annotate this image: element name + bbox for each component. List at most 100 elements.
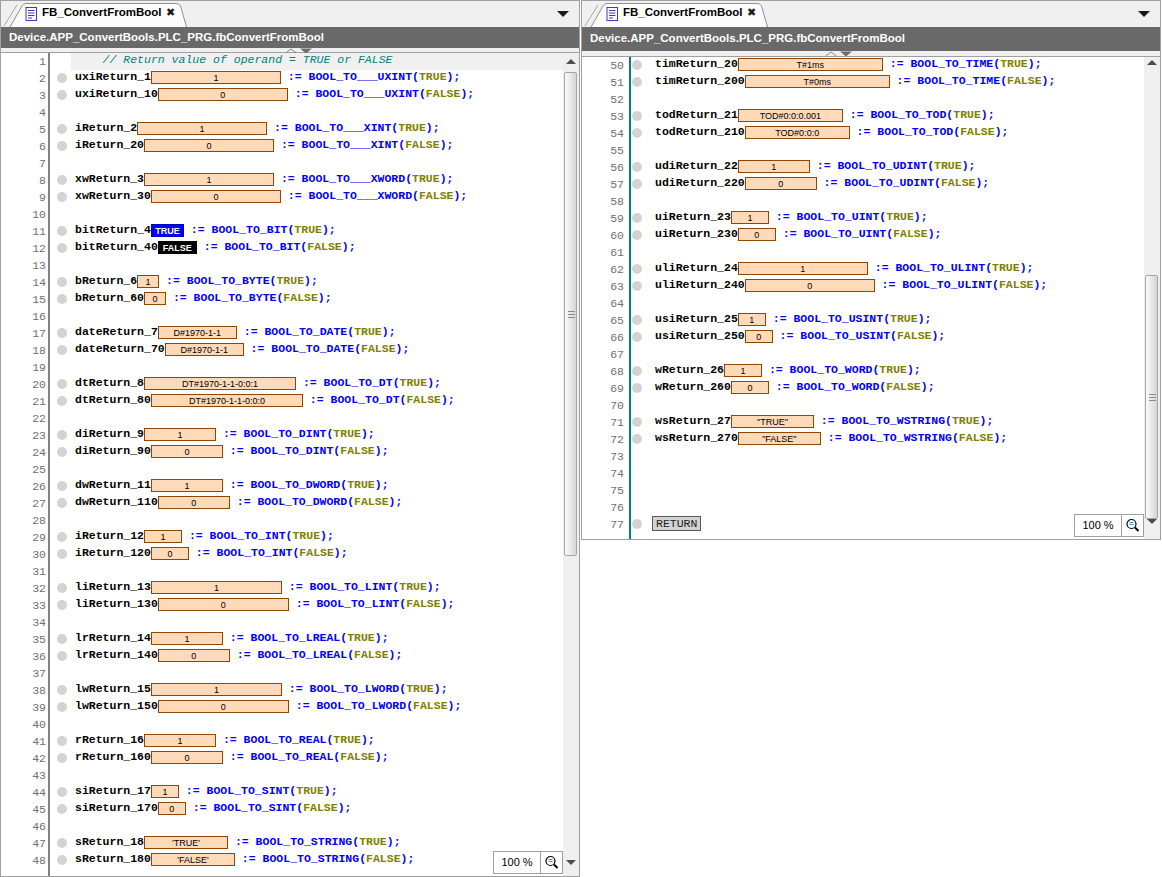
code-line-23[interactable]: 23diReturn_91 := BOOL_TO_DINT(TRUE); bbox=[1, 427, 579, 444]
code-line-30[interactable]: 30iReturn_1200 := BOOL_TO_INT(FALSE); bbox=[1, 546, 579, 563]
code-line-35[interactable]: 35lrReturn_141 := BOOL_TO_LREAL(TRUE); bbox=[1, 631, 579, 648]
code-line-55[interactable]: 55 bbox=[582, 142, 1160, 159]
code-line-54[interactable]: 54todReturn_210TOD#0:0:0 := BOOL_TO_TOD(… bbox=[582, 125, 1160, 142]
breakpoint-indicator[interactable] bbox=[632, 162, 642, 172]
scroll-down-icon[interactable] bbox=[1147, 519, 1157, 524]
code-line-9[interactable]: 9xwReturn_300 := BOOL_TO___XWORD(FALSE); bbox=[1, 189, 579, 206]
code-line-22[interactable]: 22 bbox=[1, 410, 579, 427]
code-line-70[interactable]: 70 bbox=[582, 397, 1160, 414]
code-line-44[interactable]: 44siReturn_171 := BOOL_TO_SINT(TRUE); bbox=[1, 784, 579, 801]
vertical-scrollbar[interactable] bbox=[1144, 57, 1160, 539]
code-line-66[interactable]: 66usiReturn_2500 := BOOL_TO_USINT(FALSE)… bbox=[582, 329, 1160, 346]
breakpoint-indicator[interactable] bbox=[57, 243, 67, 253]
breakpoint-indicator[interactable] bbox=[632, 383, 642, 393]
breakpoint-indicator[interactable] bbox=[632, 315, 642, 325]
breakpoint-indicator[interactable] bbox=[57, 685, 67, 695]
code-line-43[interactable]: 43 bbox=[1, 767, 579, 784]
breakpoint-indicator[interactable] bbox=[632, 366, 642, 376]
breakpoint-indicator[interactable] bbox=[57, 804, 67, 814]
code-line-33[interactable]: 33liReturn_1300 := BOOL_TO_LINT(FALSE); bbox=[1, 597, 579, 614]
code-line-64[interactable]: 64 bbox=[582, 295, 1160, 312]
code-line-38[interactable]: 38lwReturn_151 := BOOL_TO_LWORD(TRUE); bbox=[1, 682, 579, 699]
tab-close-icon[interactable]: ✖ bbox=[747, 6, 756, 19]
code-line-16[interactable]: 16 bbox=[1, 308, 579, 325]
code-line-41[interactable]: 41rReturn_161 := BOOL_TO_REAL(TRUE); bbox=[1, 733, 579, 750]
code-line-50[interactable]: 50timReturn_20T#1ms := BOOL_TO_TIME(TRUE… bbox=[582, 57, 1160, 74]
code-line-32[interactable]: 32liReturn_131 := BOOL_TO_LINT(TRUE); bbox=[1, 580, 579, 597]
breakpoint-indicator[interactable] bbox=[632, 264, 642, 274]
breakpoint-indicator[interactable] bbox=[632, 213, 642, 223]
code-line-2[interactable]: 2uxiReturn_11 := BOOL_TO___UXINT(TRUE); bbox=[1, 70, 579, 87]
code-line-63[interactable]: 63uliReturn_2400 := BOOL_TO_ULINT(FALSE)… bbox=[582, 278, 1160, 295]
code-line-37[interactable]: 37 bbox=[1, 665, 579, 682]
code-line-10[interactable]: 10 bbox=[1, 206, 579, 223]
breakpoint-indicator[interactable] bbox=[57, 549, 67, 559]
scrollbar-thumb[interactable] bbox=[1145, 275, 1158, 519]
breakpoint-indicator[interactable] bbox=[57, 532, 67, 542]
tab-title[interactable]: FB_ConvertFromBool bbox=[42, 6, 161, 18]
code-line-40[interactable]: 40 bbox=[1, 716, 579, 733]
breakpoint-indicator[interactable] bbox=[57, 498, 67, 508]
code-line-36[interactable]: 36lrReturn_1400 := BOOL_TO_LREAL(FALSE); bbox=[1, 648, 579, 665]
code-line-71[interactable]: 71wsReturn_27"TRUE" := BOOL_TO_WSTRING(T… bbox=[582, 414, 1160, 431]
breakpoint-indicator[interactable] bbox=[632, 434, 642, 444]
code-line-25[interactable]: 25 bbox=[1, 461, 579, 478]
code-line-62[interactable]: 62uliReturn_241 := BOOL_TO_ULINT(TRUE); bbox=[582, 261, 1160, 278]
scrollbar-thumb[interactable] bbox=[564, 72, 577, 556]
code-line-52[interactable]: 52 bbox=[582, 91, 1160, 108]
breakpoint-indicator[interactable] bbox=[632, 281, 642, 291]
breakpoint-indicator[interactable] bbox=[57, 600, 67, 610]
breakpoint-indicator[interactable] bbox=[57, 855, 67, 865]
breakpoint-indicator[interactable] bbox=[57, 753, 67, 763]
code-line-13[interactable]: 13 bbox=[1, 257, 579, 274]
breakpoint-indicator[interactable] bbox=[57, 124, 67, 134]
code-line-26[interactable]: 26dwReturn_111 := BOOL_TO_DWORD(TRUE); bbox=[1, 478, 579, 495]
code-line-20[interactable]: 20dtReturn_8DT#1970-1-1-0:0:1 := BOOL_TO… bbox=[1, 376, 579, 393]
scroll-up-icon[interactable] bbox=[566, 59, 576, 64]
breakpoint-indicator[interactable] bbox=[57, 294, 67, 304]
code-line-67[interactable]: 67 bbox=[582, 346, 1160, 363]
breakpoint-indicator[interactable] bbox=[632, 417, 642, 427]
code-line-75[interactable]: 75 bbox=[582, 482, 1160, 499]
breakpoint-indicator[interactable] bbox=[57, 430, 67, 440]
breakpoint-indicator[interactable] bbox=[57, 328, 67, 338]
code-line-21[interactable]: 21dtReturn_80DT#1970-1-1-0:0:0 := BOOL_T… bbox=[1, 393, 579, 410]
code-line-11[interactable]: 11bitReturn_4TRUE := BOOL_TO_BIT(TRUE); bbox=[1, 223, 579, 240]
code-line-45[interactable]: 45siReturn_1700 := BOOL_TO_SINT(FALSE); bbox=[1, 801, 579, 818]
scroll-down-icon[interactable] bbox=[566, 860, 576, 865]
code-line-61[interactable]: 61 bbox=[582, 244, 1160, 261]
breakpoint-indicator[interactable] bbox=[632, 519, 642, 529]
breakpoint-indicator[interactable] bbox=[57, 175, 67, 185]
code-line-19[interactable]: 19 bbox=[1, 359, 579, 376]
breakpoint-indicator[interactable] bbox=[57, 192, 67, 202]
breakpoint-indicator[interactable] bbox=[57, 651, 67, 661]
code-line-59[interactable]: 59uiReturn_231 := BOOL_TO_UINT(TRUE); bbox=[582, 210, 1160, 227]
code-line-34[interactable]: 34 bbox=[1, 614, 579, 631]
breakpoint-indicator[interactable] bbox=[57, 379, 67, 389]
code-line-4[interactable]: 4 bbox=[1, 104, 579, 121]
breakpoint-indicator[interactable] bbox=[632, 332, 642, 342]
breakpoint-indicator[interactable] bbox=[632, 230, 642, 240]
code-line-31[interactable]: 31 bbox=[1, 563, 579, 580]
code-line-15[interactable]: 15bReturn_600 := BOOL_TO_BYTE(FALSE); bbox=[1, 291, 579, 308]
breakpoint-indicator[interactable] bbox=[57, 73, 67, 83]
breakpoint-indicator[interactable] bbox=[57, 838, 67, 848]
breakpoint-indicator[interactable] bbox=[57, 787, 67, 797]
code-line-60[interactable]: 60uiReturn_2300 := BOOL_TO_UINT(FALSE); bbox=[582, 227, 1160, 244]
tab-list-dropdown-icon[interactable] bbox=[557, 11, 569, 17]
breakpoint-indicator[interactable] bbox=[632, 60, 642, 70]
scroll-up-icon[interactable] bbox=[1147, 60, 1157, 65]
zoom-button[interactable] bbox=[1122, 514, 1144, 537]
code-line-1[interactable]: 1 // Return value of operand = TRUE or F… bbox=[1, 53, 579, 70]
code-line-27[interactable]: 27dwReturn_1100 := BOOL_TO_DWORD(FALSE); bbox=[1, 495, 579, 512]
zoom-level[interactable]: 100 % bbox=[493, 851, 541, 874]
code-line-5[interactable]: 5iReturn_21 := BOOL_TO___XINT(TRUE); bbox=[1, 121, 579, 138]
breakpoint-indicator[interactable] bbox=[57, 396, 67, 406]
breakpoint-indicator[interactable] bbox=[57, 345, 67, 355]
breakpoint-indicator[interactable] bbox=[57, 447, 67, 457]
breakpoint-indicator[interactable] bbox=[632, 179, 642, 189]
zoom-button[interactable] bbox=[541, 851, 563, 874]
code-line-18[interactable]: 18dateReturn_70D#1970-1-1 := BOOL_TO_DAT… bbox=[1, 342, 579, 359]
code-line-8[interactable]: 8xwReturn_31 := BOOL_TO___XWORD(TRUE); bbox=[1, 172, 579, 189]
code-line-39[interactable]: 39lwReturn_1500 := BOOL_TO_LWORD(FALSE); bbox=[1, 699, 579, 716]
